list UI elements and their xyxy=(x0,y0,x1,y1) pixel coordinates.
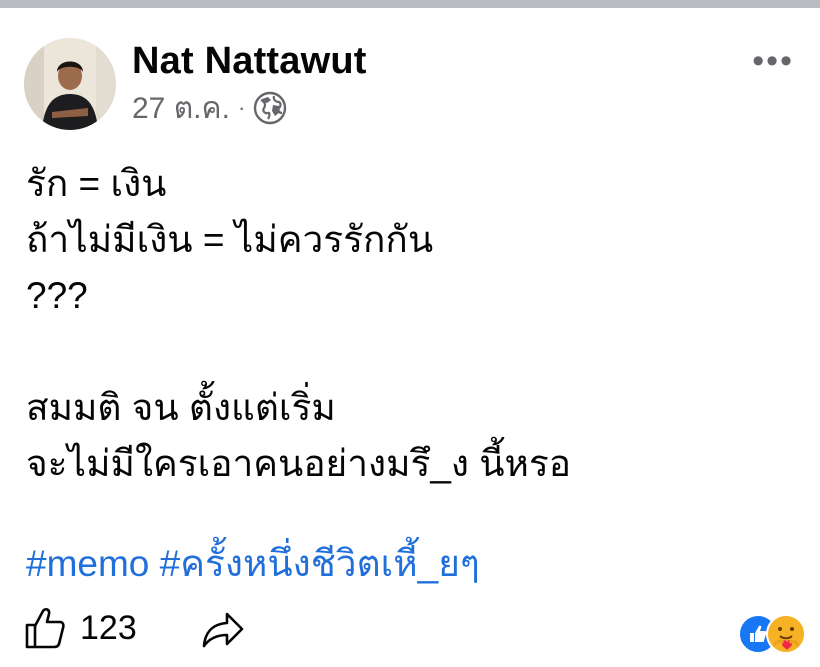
post-line: รัก = เงิน xyxy=(26,163,167,204)
post-hashtags: #memo #ครั้งหนึ่งชีวิตเหี้_ยๆ xyxy=(26,536,480,592)
post-line: จะไม่มีใครเอาคนอย่างมรึ_ง นี้หรอ xyxy=(26,443,572,484)
avatar[interactable] xyxy=(24,38,116,130)
share-arrow-icon xyxy=(202,612,244,648)
post-footer: 123 xyxy=(24,606,806,656)
care-reaction-icon xyxy=(766,614,806,654)
hashtag-link[interactable]: #ครั้งหนึ่งชีวิตเหี้_ยๆ xyxy=(160,543,480,584)
post-author-name[interactable]: Nat Nattawut xyxy=(132,40,367,83)
post-line: ถ้าไม่มีเงิน = ไม่ควรรักกัน xyxy=(26,219,434,260)
thumbs-up-icon xyxy=(25,608,65,649)
share-button[interactable] xyxy=(200,610,246,655)
hashtag-link[interactable]: #memo xyxy=(26,543,149,584)
top-divider xyxy=(0,0,820,8)
like-button[interactable]: 123 xyxy=(24,606,137,650)
globe-icon[interactable] xyxy=(253,91,287,125)
post-line: สมมติ จน ตั้งแต่เริ่ม xyxy=(26,387,336,428)
reaction-summary[interactable] xyxy=(738,612,806,654)
post-text: รัก = เงิน ถ้าไม่มีเงิน = ไม่ควรรักกัน ?… xyxy=(26,156,796,492)
like-count: 123 xyxy=(80,608,137,647)
post-line: ??? xyxy=(26,275,88,316)
more-options-button[interactable]: ••• xyxy=(752,44,794,78)
post-meta: 27 ต.ค. · xyxy=(132,88,287,128)
post-date[interactable]: 27 ต.ค. xyxy=(132,85,230,132)
meta-separator: · xyxy=(237,95,246,120)
